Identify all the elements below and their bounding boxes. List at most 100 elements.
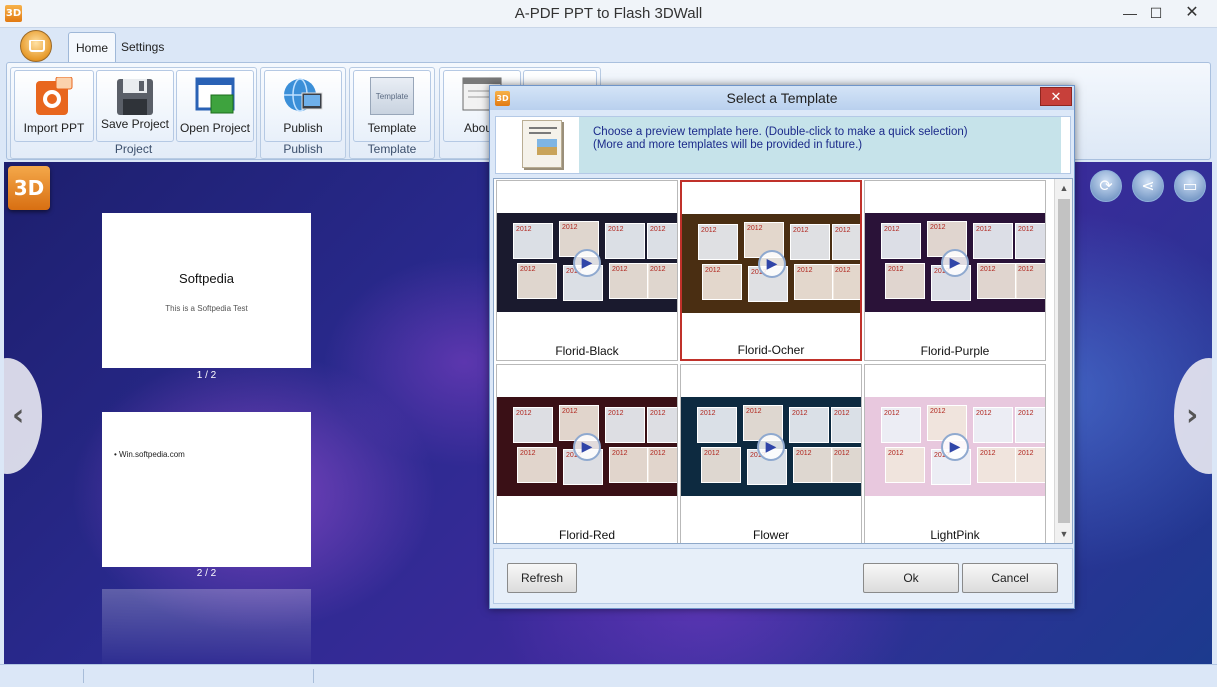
- template-tile[interactable]: 2012 2012 2012 2012 2012 2012 2012 2012 ▶ Flower: [680, 364, 862, 543]
- gallery-scrollbar[interactable]: ▲ ▼: [1054, 179, 1072, 543]
- slide-thumbnail-1[interactable]: Softpedia This is a Softpedia Test: [102, 213, 311, 368]
- template-button[interactable]: Template Template: [353, 70, 431, 142]
- slide-bullet: • Win.softpedia.com: [114, 450, 185, 459]
- group-label-publish: Publish: [283, 142, 323, 156]
- template-tile[interactable]: 2012 2012 2012 2012 2012 2012 2012 2012 ▶ Florid-…: [864, 180, 1046, 361]
- calendar-thumbnail: 2012: [793, 447, 833, 483]
- template-preview-image: 2012 2012 2012 2012 2012 2012 2012 2012 ▶: [865, 213, 1045, 312]
- template-tile[interactable]: 2012 2012 2012 2012 2012 2012 2012 2012 ▶ Florid-…: [680, 180, 862, 361]
- slide-reflection: [102, 589, 311, 664]
- status-segment: [0, 669, 84, 683]
- play-icon: ▶: [573, 249, 601, 277]
- fullscreen-tool-button[interactable]: ▭: [1174, 170, 1206, 202]
- template-icon: Template: [370, 77, 414, 115]
- calendar-thumbnail: 2012: [513, 407, 553, 443]
- tab-home[interactable]: Home: [68, 32, 117, 62]
- next-arrow-button[interactable]: ›: [1174, 358, 1212, 474]
- previous-arrow-button[interactable]: ‹: [4, 358, 42, 474]
- save-project-label: Save Project: [100, 117, 170, 131]
- calendar-thumbnail: 2012: [790, 224, 830, 260]
- play-icon: ▶: [757, 433, 785, 461]
- share-icon: ⋖: [1141, 176, 1155, 195]
- select-template-dialog: 3D Select a Template ✕ Choose a preview …: [489, 85, 1075, 609]
- ribbon-group-project: Import PPT Save Project Open Project Pro…: [10, 67, 257, 159]
- minimize-button[interactable]: —: [1116, 2, 1144, 24]
- scrollbar-thumb[interactable]: [1058, 199, 1070, 523]
- calendar-thumbnail: 2012: [605, 407, 645, 443]
- save-project-button[interactable]: Save Project: [96, 70, 174, 142]
- cancel-button[interactable]: Cancel: [962, 563, 1058, 593]
- play-icon: ▶: [941, 249, 969, 277]
- template-tile[interactable]: 2012 2012 2012 2012 2012 2012 2012 2012 ▶ Florid-…: [496, 180, 678, 361]
- app-menu-button[interactable]: [20, 30, 52, 62]
- template-tile[interactable]: 2012 2012 2012 2012 2012 2012 2012 2012 ▶ Florid-…: [496, 364, 678, 543]
- calendar-thumbnail: 2012: [832, 264, 860, 300]
- calendar-thumbnail: 2012: [517, 447, 557, 483]
- template-tile[interactable]: 2012 2012 2012 2012 2012 2012 2012 2012 ▶ LightPi…: [864, 364, 1046, 543]
- dialog-info-panel: Choose a preview template here. (Double-…: [495, 116, 1071, 174]
- calendar-thumbnail: 2012: [513, 223, 553, 259]
- maximize-button[interactable]: ☐: [1142, 2, 1170, 24]
- chevron-left-icon: ‹: [12, 398, 25, 433]
- dialog-title: Select a Template: [726, 90, 838, 106]
- group-label-project: Project: [114, 142, 153, 156]
- publish-button[interactable]: Publish: [264, 70, 342, 142]
- calendar-thumbnail: 2012: [701, 447, 741, 483]
- calendar-thumbnail: 2012: [1015, 263, 1045, 299]
- calendar-thumbnail: 2012: [885, 447, 925, 483]
- calendar-thumbnail: 2012: [517, 263, 557, 299]
- slide-thumbnail-2[interactable]: • Win.softpedia.com: [102, 412, 311, 567]
- open-project-button[interactable]: Open Project: [176, 70, 254, 142]
- import-ppt-label: Import PPT: [23, 121, 85, 135]
- 3d-logo: 3D: [8, 166, 50, 210]
- calendar-thumbnail: 2012: [698, 224, 738, 260]
- slide-page-number: 2 / 2: [196, 568, 217, 579]
- play-icon: ▶: [573, 433, 601, 461]
- template-preview-image: 2012 2012 2012 2012 2012 2012 2012 2012 ▶: [681, 397, 861, 496]
- instruction-line-1: Choose a preview template here. (Double-…: [593, 126, 968, 138]
- calendar-thumbnail: 2012: [794, 264, 834, 300]
- calendar-thumbnail: 2012: [973, 407, 1013, 443]
- dialog-close-button[interactable]: ✕: [1040, 87, 1072, 106]
- slide-title: Softpedia: [179, 271, 234, 286]
- refresh-icon: ⟳: [1099, 176, 1113, 195]
- share-tool-button[interactable]: ⋖: [1132, 170, 1164, 202]
- tab-settings[interactable]: Settings: [114, 32, 171, 62]
- window-title: A-PDF PPT to Flash 3DWall: [514, 5, 703, 22]
- refresh-button-label: Refresh: [520, 571, 564, 585]
- play-icon: ▶: [758, 250, 786, 278]
- cancel-button-label: Cancel: [991, 571, 1029, 585]
- calendar-thumbnail: 2012: [831, 447, 861, 483]
- open-project-label: Open Project: [179, 121, 251, 135]
- scroll-up-icon[interactable]: ▲: [1055, 179, 1072, 197]
- open-folder-icon: [195, 77, 235, 114]
- ok-button[interactable]: Ok: [863, 563, 959, 593]
- chevron-right-icon: ›: [1186, 398, 1199, 433]
- calendar-thumbnail: 2012: [977, 263, 1017, 299]
- scroll-down-icon[interactable]: ▼: [1055, 525, 1072, 543]
- ribbon-tab-bar: Home Settings: [0, 28, 1217, 64]
- monitor-icon: ▭: [1182, 176, 1198, 195]
- group-label-template: Template: [367, 142, 417, 156]
- refresh-tool-button[interactable]: ⟳: [1090, 170, 1122, 202]
- calendar-thumbnail: 2012: [609, 263, 649, 299]
- template-name: Florid-Red: [558, 528, 615, 542]
- calendar-thumbnail: 2012: [977, 447, 1017, 483]
- dialog-title-bar: 3D Select a Template ✕: [490, 86, 1074, 110]
- calendar-thumbnail: 2012: [973, 223, 1013, 259]
- template-name: Florid-Purple: [920, 344, 990, 358]
- ribbon-group-template: Template Template Template: [349, 67, 435, 159]
- calendar-thumbnail: 2012: [609, 447, 649, 483]
- dialog-footer: Refresh Ok Cancel: [493, 548, 1073, 604]
- instruction-line-2: (More and more templates will be provide…: [593, 139, 863, 151]
- refresh-button[interactable]: Refresh: [507, 563, 577, 593]
- calendar-thumbnail: 2012: [832, 224, 860, 260]
- template-label: Template: [367, 121, 417, 135]
- import-ppt-icon: [36, 77, 73, 115]
- dialog-instructions: Choose a preview template here. (Double-…: [579, 117, 1061, 173]
- title-bar: 3D A-PDF PPT to Flash 3DWall — ☐ ✕: [0, 0, 1217, 28]
- template-name: Florid-Black: [555, 344, 619, 358]
- close-button[interactable]: ✕: [1178, 2, 1206, 24]
- import-ppt-button[interactable]: Import PPT: [14, 70, 94, 142]
- calendar-thumbnail: 2012: [1015, 447, 1045, 483]
